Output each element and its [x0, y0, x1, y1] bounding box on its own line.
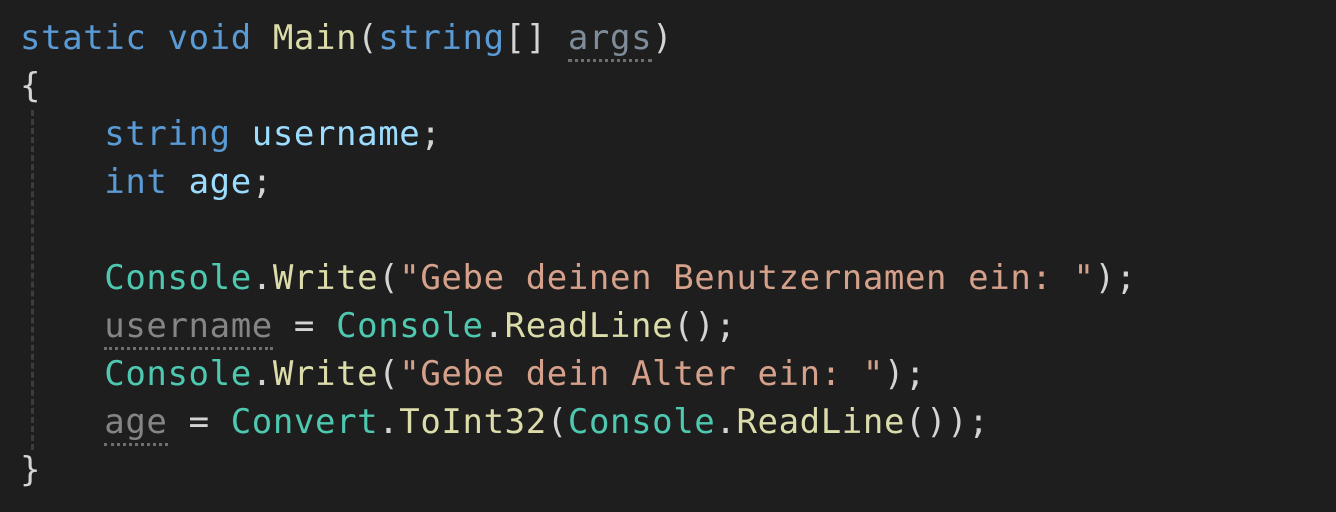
code-token: }	[20, 450, 42, 490]
code-line[interactable]: string username;	[0, 110, 1336, 158]
code-token: string	[378, 18, 505, 58]
code-token: "Gebe deinen Benutzernamen ein: "	[399, 258, 1095, 298]
code-token: {	[20, 66, 42, 106]
code-token: .	[251, 258, 273, 298]
code-line[interactable]: {	[0, 62, 1336, 110]
code-token: age	[104, 402, 168, 446]
code-token: args	[567, 18, 653, 62]
code-line[interactable]: static void Main(string[] args)	[0, 14, 1336, 62]
code-line[interactable]: }	[0, 446, 1336, 494]
code-token: (	[378, 354, 400, 394]
code-token: ReadLine	[504, 306, 674, 346]
code-token: );	[1094, 258, 1137, 298]
code-token: .	[715, 402, 737, 442]
code-token: "Gebe dein Alter ein: "	[399, 354, 884, 394]
code-token: Console	[104, 258, 252, 298]
code-token: ());	[905, 402, 990, 442]
code-token: .	[378, 402, 400, 442]
code-token: static	[20, 18, 147, 58]
code-token: =	[167, 402, 231, 442]
code-line[interactable]: age = Convert.ToInt32(Console.ReadLine()…	[0, 398, 1336, 446]
code-line[interactable]: Console.Write("Gebe deinen Benutzernamen…	[0, 254, 1336, 302]
code-token: .	[251, 354, 273, 394]
code-token: ;	[420, 114, 442, 154]
code-token: Write	[272, 354, 379, 394]
code-token: .	[483, 306, 505, 346]
code-token: ();	[673, 306, 737, 346]
code-token: int	[104, 162, 168, 202]
code-token: username	[104, 306, 273, 350]
code-token: void	[167, 18, 252, 58]
code-token: ReadLine	[736, 402, 906, 442]
code-token: age	[188, 162, 252, 202]
code-token: );	[883, 354, 927, 394]
code-token: (	[378, 258, 400, 298]
code-token: )	[652, 18, 674, 58]
code-token: Console	[567, 402, 716, 442]
code-token: =	[272, 306, 337, 346]
code-token: username	[251, 114, 421, 154]
code-token: []	[504, 18, 568, 58]
code-line[interactable]: username = Console.ReadLine();	[0, 302, 1336, 350]
code-token: Main	[272, 18, 358, 58]
code-line[interactable]: Console.Write("Gebe dein Alter ein: ");	[0, 350, 1336, 398]
code-line[interactable]: int age;	[0, 158, 1336, 206]
code-token: Console	[104, 354, 252, 394]
code-token: string	[104, 114, 231, 154]
code-token: Write	[272, 258, 379, 298]
code-token: (	[546, 402, 568, 442]
code-content[interactable]: static void Main(string[] args){ string …	[0, 0, 1336, 494]
code-token: Console	[336, 306, 484, 346]
code-editor-surface[interactable]: static void Main(string[] args){ string …	[0, 0, 1336, 512]
code-token: Convert	[230, 402, 379, 442]
code-token: ToInt32	[399, 402, 547, 442]
code-token: (	[357, 18, 379, 58]
code-token: ;	[251, 162, 273, 202]
code-line[interactable]	[0, 206, 1336, 254]
